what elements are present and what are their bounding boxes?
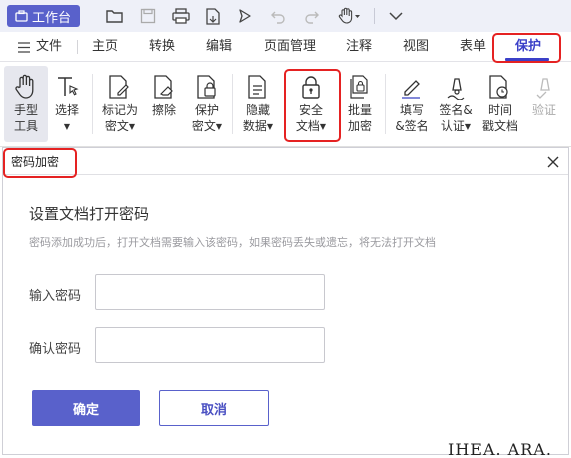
hand-tool-label-1: 手型 [13, 103, 38, 117]
timestamp-label-1: 时间 [487, 103, 512, 117]
tab-home[interactable]: 主页 [92, 32, 118, 62]
background-document-peek: IHEA. ARA. LE [448, 440, 552, 458]
secure-document-button[interactable]: 安全 文档▼ [289, 66, 333, 142]
ribbon-toolbar: 手型 工具 选择 ▼ 标记为 密文▼ 擦除 保护 密文▼ 隐藏 数据▼ 安全 文… [0, 62, 571, 147]
fill-sign-label-2: &签名 [395, 119, 429, 133]
protect-secret-caret-icon: ▼ [215, 122, 223, 131]
secure-doc-label-1: 安全 [298, 103, 323, 117]
hide-data-icon [248, 75, 266, 99]
password-encrypt-dialog: 密码加密 设置文档打开密码 密码添加成功后，打开文档需要输入该密码，如果密码丢失… [2, 147, 569, 455]
share-icon[interactable] [235, 6, 255, 26]
close-icon[interactable] [546, 154, 560, 168]
print-icon[interactable] [171, 6, 191, 26]
workbench-button[interactable]: 工作台 [7, 5, 80, 27]
tab-annotate[interactable]: 注释 [346, 32, 372, 62]
redo-icon[interactable] [302, 6, 322, 26]
verify-icon [536, 78, 550, 99]
tab-form[interactable]: 表单 [460, 32, 486, 62]
erase-button[interactable]: 擦除 [142, 66, 186, 142]
mark-secret-label-1: 标记为 [101, 103, 138, 117]
hand-icon [15, 74, 34, 99]
hand-tool-button[interactable]: 手型 工具 [4, 66, 48, 142]
title-bar: 工作台 [0, 0, 571, 32]
mark-secret-icon [109, 75, 129, 99]
secure-doc-label-2: 文档 [295, 119, 320, 133]
dialog-heading: 设置文档打开密码 [29, 205, 150, 223]
pen-icon [402, 80, 420, 99]
mark-secret-button[interactable]: 标记为 密文▼ [97, 66, 143, 142]
hand-tool-label-2: 工具 [13, 119, 38, 133]
verify-label: 验证 [531, 103, 556, 117]
text-cursor-icon [58, 77, 79, 96]
workbench-label: 工作台 [32, 10, 72, 26]
mark-secret-label-2: 密文 [104, 119, 129, 133]
save-icon[interactable] [138, 6, 158, 26]
timestamp-label-2: 戳文档 [481, 119, 518, 133]
tab-file[interactable]: 文件 [18, 32, 62, 62]
confirm-password-input[interactable] [95, 327, 325, 363]
erase-label: 擦除 [151, 103, 176, 117]
sign-cert-label-2: 认证 [440, 119, 465, 133]
select-label: 选择 [54, 103, 79, 117]
ribbon-separator [385, 74, 386, 134]
active-tab-indicator [505, 58, 549, 61]
sign-certify-button[interactable]: 签名& 认证▼ [434, 66, 478, 142]
tab-convert[interactable]: 转换 [149, 32, 175, 62]
undo-icon[interactable] [268, 6, 288, 26]
confirm-password-label: 确认密码 [29, 342, 82, 357]
hide-data-label-1: 隐藏 [245, 103, 270, 117]
select-caret-icon: ▼ [63, 122, 71, 131]
menu-icon [18, 41, 30, 53]
verify-button[interactable]: 验证 [522, 66, 566, 142]
batch-encrypt-button[interactable]: 批量 加密 [338, 66, 382, 142]
fill-sign-button[interactable]: 填写 &签名 [389, 66, 435, 142]
ribbon-tabs: 文件 主页 转换 编辑 页面管理 注释 视图 表单 保护 [0, 32, 571, 62]
erase-icon [154, 75, 173, 99]
folder-open-icon[interactable] [105, 6, 125, 26]
sign-cert-caret-icon: ▼ [464, 122, 472, 131]
tab-file-label: 文件 [36, 39, 63, 54]
dialog-hint: 密码添加成功后，打开文档需要输入该密码，如果密码丢失或遗忘，将无法打开文档 [29, 236, 436, 249]
batch-encrypt-label-2: 加密 [347, 119, 372, 133]
batch-encrypt-icon [350, 75, 368, 99]
ok-button[interactable]: 确定 [32, 390, 140, 426]
workbench-icon [15, 9, 28, 22]
lock-icon [302, 76, 320, 99]
batch-encrypt-label-1: 批量 [347, 103, 372, 117]
sign-certify-icon [447, 78, 465, 100]
ribbon-separator [92, 74, 93, 134]
hide-data-label-2: 数据 [242, 119, 267, 133]
hide-data-caret-icon: ▼ [266, 122, 274, 131]
protect-secret-icon [197, 75, 216, 99]
protect-secret-button[interactable]: 保护 密文▼ [185, 66, 229, 142]
hand-tool-icon[interactable] [337, 6, 361, 26]
select-tool-button[interactable]: 选择 ▼ [45, 66, 89, 142]
tab-view[interactable]: 视图 [403, 32, 429, 62]
timestamp-icon [489, 75, 508, 99]
timestamp-document-button[interactable]: 时间 戳文档 [477, 66, 523, 142]
mark-secret-caret-icon: ▼ [128, 122, 136, 131]
cancel-button[interactable]: 取消 [159, 390, 269, 426]
password-input[interactable] [95, 274, 325, 310]
file-export-icon[interactable] [203, 6, 223, 26]
toolbar-separator [374, 8, 375, 24]
fill-sign-label-1: 填写 [399, 103, 424, 117]
tab-separator [77, 40, 78, 54]
ribbon-separator [232, 74, 233, 134]
tab-edit[interactable]: 编辑 [206, 32, 232, 62]
dialog-title: 密码加密 [11, 155, 60, 169]
sign-cert-label-1: 签名& [439, 103, 473, 117]
protect-secret-label-1: 保护 [194, 103, 219, 117]
secure-doc-caret-icon: ▼ [319, 122, 327, 131]
password-label: 输入密码 [29, 289, 82, 304]
dialog-header: 密码加密 [3, 148, 568, 175]
tab-page-management[interactable]: 页面管理 [264, 32, 316, 62]
hide-data-button[interactable]: 隐藏 数据▼ [236, 66, 280, 142]
dropdown-icon[interactable] [386, 6, 406, 26]
protect-secret-label-2: 密文 [191, 119, 216, 133]
